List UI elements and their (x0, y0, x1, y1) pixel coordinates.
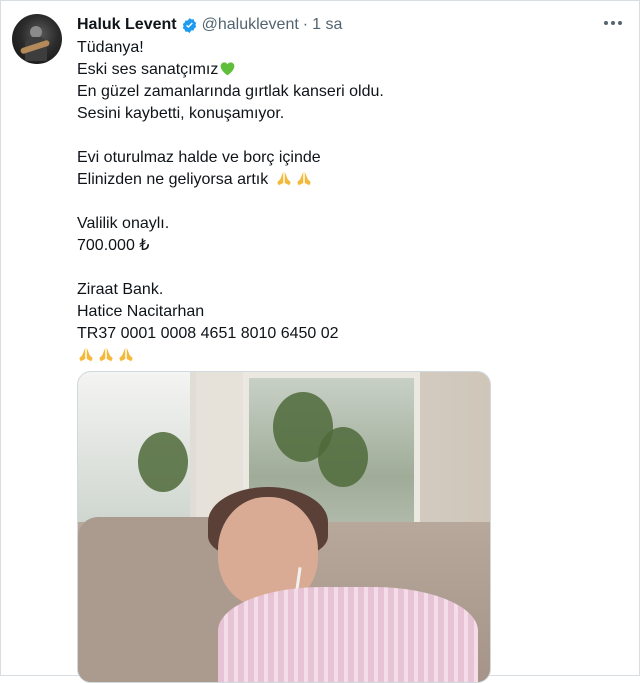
tweet-line: 700.000 ₺ (77, 235, 597, 257)
more-options-icon[interactable] (600, 12, 626, 34)
tweet-photo[interactable] (77, 371, 491, 683)
folded-hands-icon (79, 347, 93, 362)
tweet-line: Tüdanya! (77, 37, 597, 59)
tweet-line-text: Elinizden ne geliyorsa artık (77, 171, 269, 188)
author-avatar[interactable] (12, 14, 62, 64)
green-heart-icon (221, 62, 235, 76)
tweet-header: Haluk Levent @haluklevent · 1 sa (77, 14, 620, 36)
tweet-line-text: Sesini kaybetti, konuşamıyor. (77, 105, 285, 122)
tweet-line-text: TR37 0001 0008 4651 8010 6450 02 (77, 325, 339, 342)
tweet-line-text: Evi oturulmaz halde ve borç içinde (77, 149, 321, 166)
tweet-line: Evi oturulmaz halde ve borç içinde (77, 147, 597, 169)
tweet-line: TR37 0001 0008 4651 8010 6450 02 (77, 323, 597, 345)
tweet-line: Elinizden ne geliyorsa artık (77, 169, 597, 191)
folded-hands-icon (276, 171, 291, 186)
tweet-line (77, 345, 597, 367)
folded-hands-icon (296, 171, 311, 186)
tweet-line: Sesini kaybetti, konuşamıyor. (77, 103, 597, 125)
separator-dot: · (302, 16, 309, 33)
verified-badge-icon (182, 17, 196, 33)
folded-hands-icon (99, 347, 113, 362)
tweet-line: Eski ses sanatçımız (77, 59, 597, 81)
photo-plant (138, 432, 188, 492)
photo-person-shirt (218, 587, 478, 682)
author-handle[interactable]: @haluklevent (202, 16, 299, 34)
tweet-line-text: Tüdanya! (77, 39, 144, 56)
tweet-line-text: Hatice Nacitarhan (77, 303, 205, 320)
tweet-line: Valilik onaylı. (77, 213, 597, 235)
tweet-line-text: 700.000 ₺ (77, 237, 150, 254)
tweet-text: Tüdanya! Eski ses sanatçımız En güzel za… (77, 37, 597, 367)
tweet-line-text: Ziraat Bank. (77, 281, 164, 298)
author-name[interactable]: Haluk Levent (77, 16, 177, 34)
tweet-line: Hatice Nacitarhan (77, 301, 597, 323)
photo-plant (318, 427, 368, 487)
tweet-line: En güzel zamanlarında gırtlak kanseri ol… (77, 81, 597, 103)
tweet-line: Ziraat Bank. (77, 279, 597, 301)
tweet-line-text: Eski ses sanatçımız (77, 61, 219, 78)
tweet-line-text: Valilik onaylı. (77, 215, 170, 232)
folded-hands-icon (119, 347, 133, 362)
tweet-timestamp[interactable]: 1 sa (312, 16, 342, 34)
tweet-line-text: En güzel zamanlarında gırtlak kanseri ol… (77, 83, 384, 100)
